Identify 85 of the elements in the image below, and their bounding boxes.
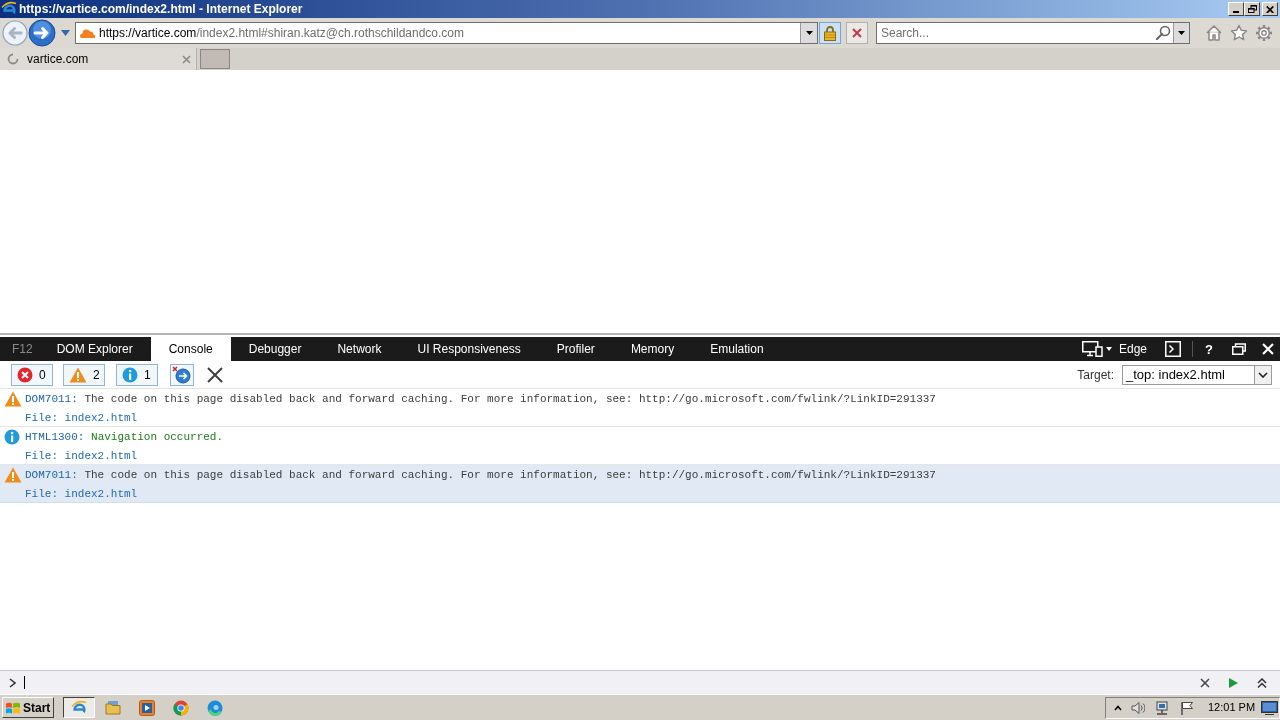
emulation-mode-button[interactable]: Edge xyxy=(1082,337,1148,361)
warning-icon xyxy=(4,391,22,407)
search-field[interactable]: Search... xyxy=(876,22,1190,44)
devtools-tab[interactable]: Emulation xyxy=(692,337,782,361)
chevron-up-icon[interactable] xyxy=(1114,704,1122,711)
search-icon[interactable] xyxy=(1155,25,1171,41)
devtools-tab[interactable]: DOM Explorer xyxy=(38,337,151,361)
info-icon xyxy=(4,429,20,445)
arrow-circle-icon xyxy=(172,365,192,384)
lock-button[interactable] xyxy=(819,22,841,44)
file-link[interactable]: File: index2.html xyxy=(25,447,138,466)
devtools-tab[interactable]: UI Responsiveness xyxy=(399,337,539,361)
e-logo-icon xyxy=(1,1,17,17)
taskbar-button[interactable] xyxy=(63,697,95,718)
device-icon xyxy=(1082,341,1103,357)
restore-icon[interactable] xyxy=(1232,343,1246,355)
filter-button[interactable]: 2 xyxy=(63,363,105,386)
console-message: DOM7011: The code on this page disabled back and forward caching. For more information, see: http://go.microsoft.com/fwlink/?LinkID=291337 xyxy=(25,468,936,483)
close-button[interactable] xyxy=(1262,2,1278,16)
clock[interactable]: 12:01 PM xyxy=(1208,702,1256,713)
dropdown-button[interactable] xyxy=(1173,23,1189,43)
help-button[interactable]: ? xyxy=(1205,337,1213,361)
devtools-label: F12 xyxy=(11,341,34,358)
browser-tab[interactable]: vartice.com xyxy=(0,48,197,70)
address-text: https://vartice.com/index2.html#shiran.katz@ch.rothschildandco.com xyxy=(99,27,465,39)
caret-icon xyxy=(1106,347,1112,351)
tab-title: vartice.com xyxy=(27,53,89,65)
console-message: DOM7011: The code on this page disabled back and forward caching. For more information, see: http://go.microsoft.com/fwlink/?LinkID=291337 xyxy=(25,392,936,407)
clear-on-navigate-button[interactable] xyxy=(170,363,194,386)
start-button[interactable]: Start xyxy=(2,697,54,718)
star-icon[interactable] xyxy=(1230,24,1248,42)
target-label: Target: xyxy=(1077,368,1114,381)
file-link[interactable]: File: index2.html xyxy=(25,409,138,428)
message-row[interactable]: DOM7011: The code on this page disabled back and forward caching. For more information, see: http://go.microsoft.com/fwlink/?LinkID=291337 File: index2.html xyxy=(0,389,1280,427)
prompt-icon xyxy=(9,677,16,688)
caret-icon xyxy=(1178,31,1185,35)
clear-icon[interactable] xyxy=(206,365,224,384)
warning-icon xyxy=(4,467,22,483)
caret-icon xyxy=(805,31,813,35)
address-field[interactable]: https://vartice.com/index2.html#shiran.katz@ch.rothschildandco.com xyxy=(75,22,818,44)
devtools-tab[interactable]: Memory xyxy=(612,337,693,361)
speaker-icon[interactable] xyxy=(1131,700,1145,715)
clear-icon[interactable] xyxy=(1200,677,1210,688)
message-row[interactable]: DOM7011: The code on this page disabled back and forward caching. For more information, see: http://go.microsoft.com/fwlink/?LinkID=291337 File: index2.html xyxy=(0,465,1280,503)
restore-icon xyxy=(1247,5,1257,13)
dropdown-caret-icon[interactable] xyxy=(61,30,70,36)
filter-button[interactable]: 0 xyxy=(11,363,53,386)
window-title: https://vartice.com/index2.html - Internet Explorer xyxy=(19,3,303,15)
swirl-logo-icon xyxy=(207,699,223,716)
message-row[interactable]: HTML1300: Navigation occurred. File: index2.html xyxy=(0,427,1280,465)
info-icon xyxy=(122,366,138,383)
file-link[interactable]: File: index2.html xyxy=(25,485,138,504)
devtools-tab[interactable]: Console xyxy=(150,337,231,361)
e-logo-icon xyxy=(71,699,87,716)
monitor-icon[interactable] xyxy=(1261,700,1278,715)
x-icon xyxy=(851,27,863,39)
search-input[interactable]: Search... xyxy=(877,23,1155,43)
restore-button[interactable] xyxy=(1244,2,1260,16)
chevron-down-icon xyxy=(1258,371,1268,378)
error-icon xyxy=(17,366,33,383)
text-cursor xyxy=(24,676,25,689)
devtools-tab[interactable]: Profiler xyxy=(538,337,613,361)
folder-icon xyxy=(105,699,121,716)
minimize-button[interactable] xyxy=(1228,2,1244,16)
cloud-icon xyxy=(79,28,95,38)
windows-flag-icon xyxy=(5,700,21,715)
expand-icon[interactable] xyxy=(1257,677,1267,688)
devtools-tab[interactable]: Debugger xyxy=(230,337,320,361)
devtools-tab[interactable]: Network xyxy=(319,337,400,361)
run-icon[interactable] xyxy=(1229,677,1238,688)
target-select[interactable]: _top: index2.html xyxy=(1122,364,1272,385)
padlock-icon xyxy=(823,25,837,41)
browser-logo-icon xyxy=(173,699,189,716)
warning-icon xyxy=(69,366,87,383)
settings-icon[interactable] xyxy=(1255,24,1273,42)
network-icon[interactable] xyxy=(1154,700,1170,715)
flag-icon[interactable] xyxy=(1180,700,1194,715)
console-message: HTML1300: Navigation occurred. xyxy=(25,430,224,445)
stop-button[interactable] xyxy=(846,22,868,44)
home-icon[interactable] xyxy=(1205,24,1223,42)
filter-button[interactable]: 1 xyxy=(116,363,158,386)
play-tile-icon xyxy=(139,699,155,716)
dropdown-button[interactable] xyxy=(800,23,817,43)
console-toggle-icon[interactable] xyxy=(1165,341,1182,357)
close-icon xyxy=(1266,5,1274,13)
